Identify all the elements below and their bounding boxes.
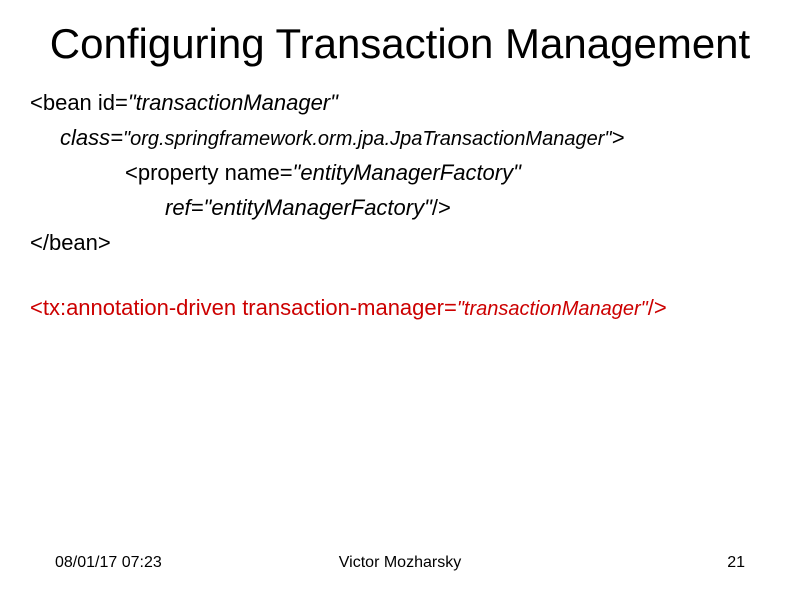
- footer-date: 08/01/17 07:23: [55, 554, 162, 572]
- code-line-6: <tx:annotation-driven transaction-manage…: [30, 291, 770, 324]
- footer-author: Victor Mozharsky: [339, 554, 461, 572]
- slide: Configuring Transaction Management <bean…: [0, 0, 800, 600]
- code-line-3: <property name="entityManagerFactory": [30, 156, 770, 189]
- spacer: [30, 261, 770, 291]
- slide-content: <bean id="transactionManager" class="org…: [30, 86, 770, 324]
- slide-title: Configuring Transaction Management: [30, 20, 770, 68]
- code-line-2: class="org.springframework.orm.jpa.JpaTr…: [30, 121, 770, 154]
- footer-page: 21: [727, 554, 745, 572]
- code-line-5: </bean>: [30, 226, 770, 259]
- code-line-4: ref="entityManagerFactory"/>: [30, 191, 770, 224]
- footer: 08/01/17 07:23 Victor Mozharsky 21: [0, 554, 800, 572]
- code-line-1: <bean id="transactionManager": [30, 86, 770, 119]
